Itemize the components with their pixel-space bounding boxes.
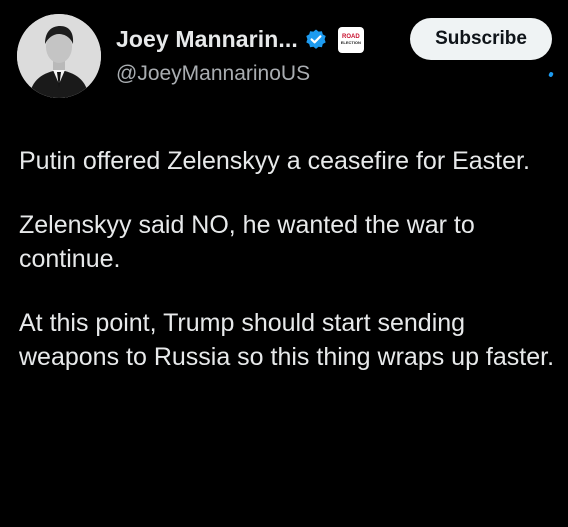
- affiliate-badge-icon[interactable]: ROAD ELECTION: [337, 26, 364, 53]
- tweet-paragraph-3: At this point, Trump should start sendin…: [19, 309, 555, 371]
- author-handle[interactable]: @JoeyMannarinoUS: [116, 62, 310, 86]
- avatar-image: [17, 14, 101, 98]
- avatar[interactable]: [17, 14, 101, 98]
- tweet-paragraph-1: Putin offered Zelenskyy a ceasefire for …: [19, 147, 530, 175]
- tweet-header: Joey Mannarin... ROAD ELECTION @JoeyMann…: [0, 0, 568, 120]
- verified-check-icon: [304, 28, 328, 52]
- decorative-dot: [548, 71, 554, 78]
- tweet-text: Putin offered Zelenskyy a ceasefire for …: [19, 144, 564, 404]
- affiliate-badge-line2: ELECTION: [340, 40, 361, 45]
- tweet-paragraph-2: Zelenskyy said NO, he wanted the war to …: [19, 211, 475, 273]
- subscribe-button[interactable]: Subscribe: [410, 18, 552, 60]
- author-name-row: Joey Mannarin... ROAD ELECTION: [116, 26, 364, 53]
- author-display-name[interactable]: Joey Mannarin...: [116, 26, 298, 53]
